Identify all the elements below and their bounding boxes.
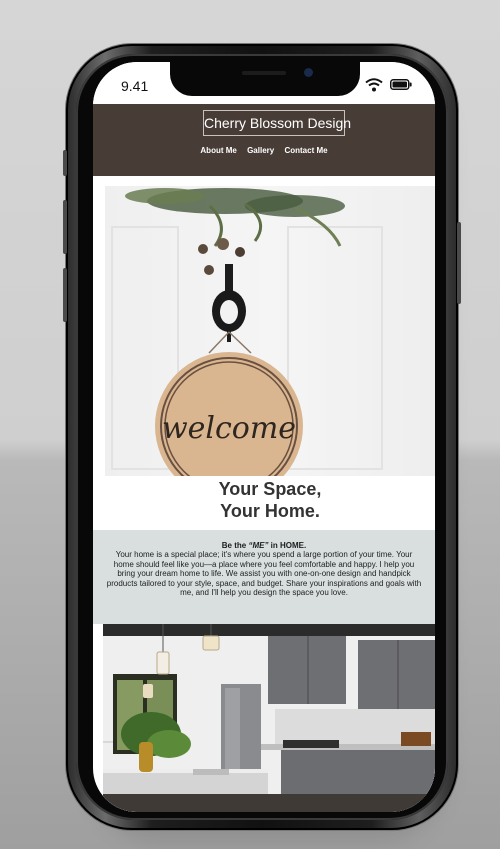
site-nav: About Me Gallery Contact Me [93, 146, 435, 155]
site-logo[interactable]: Cherry Blossom Design [203, 110, 351, 136]
nav-about-me[interactable]: About Me [200, 146, 236, 155]
status-bar: 9.41 [93, 62, 435, 104]
intro-section: Be the “ME” in HOME. Your home is a spec… [93, 530, 435, 624]
kitchen-illustration [103, 624, 435, 812]
side-button-left-3 [63, 268, 67, 322]
page-title: Your Space, Your Home. [105, 478, 435, 522]
hero-image: welcome [105, 186, 435, 476]
wifi-icon [365, 78, 383, 92]
notch [170, 62, 360, 96]
page-title-line-2: Your Home. [220, 501, 320, 521]
heading-prefix: Be the [221, 541, 249, 550]
page-title-line-1: Your Space, [218, 479, 322, 499]
door-knocker [212, 264, 246, 342]
side-button-right [457, 222, 461, 304]
site-navbar: Cherry Blossom Design About Me Gallery C… [93, 104, 435, 176]
status-time: 9.41 [121, 78, 149, 94]
heading-emphasis: “ME” [248, 541, 269, 550]
sign-text: welcome [162, 411, 296, 446]
phone-screen: 9.41 Cherry Blossom Design About Me Gall… [93, 62, 435, 812]
side-button-left-2 [63, 200, 67, 254]
greenery [125, 188, 345, 275]
heading-suffix: in HOME. [268, 541, 307, 550]
kitchen-photo [103, 624, 435, 812]
intro-heading: Be the “ME” in HOME. [93, 530, 435, 550]
side-button-left-1 [63, 150, 67, 176]
speaker-grille [242, 71, 286, 75]
intro-paragraph: Your home is a special place; it's where… [106, 550, 422, 598]
battery-icon [390, 79, 412, 90]
welcome-sign: welcome [155, 352, 303, 476]
nav-contact-me[interactable]: Contact Me [284, 146, 327, 155]
front-camera [304, 68, 313, 77]
screenshot-stage: 9.41 Cherry Blossom Design About Me Gall… [0, 0, 500, 849]
nav-gallery[interactable]: Gallery [247, 146, 274, 155]
hero-illustration: welcome [125, 188, 345, 476]
